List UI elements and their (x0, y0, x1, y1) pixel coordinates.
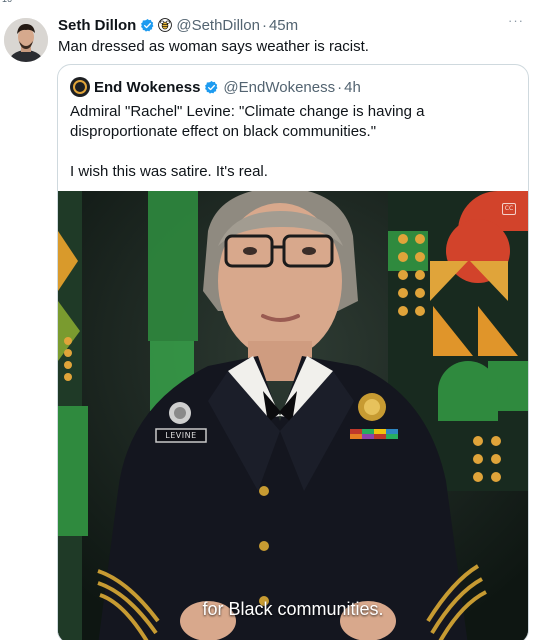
video-frame (58, 191, 528, 640)
quoted-tweet-text: Admiral "Rachel" Levine: "Climate change… (70, 102, 510, 182)
video-caption: for Black communities. (202, 599, 384, 619)
quoted-text-second: I wish this was satire. It's real. (70, 163, 268, 180)
name-tag: LEVINE (165, 431, 197, 440)
quoted-avatar[interactable] (70, 77, 90, 97)
babylon-bee-affiliate-icon[interactable] (158, 18, 173, 32)
quoted-text-line: disproportionate effect on black communi… (70, 123, 377, 140)
more-options-icon[interactable]: ··· (508, 13, 524, 28)
top-tick-label: 16 (2, 0, 12, 4)
avatar[interactable] (4, 18, 48, 62)
tweet-text: Man dressed as woman says weather is rac… (58, 38, 369, 55)
tweet-header: Seth Dillon @SethDillon · 45m (58, 15, 298, 35)
tweet-timestamp[interactable]: 45m (269, 17, 298, 34)
closed-captions-icon[interactable]: CC (502, 203, 516, 215)
top-menu-dots[interactable]: ••• (258, 0, 272, 3)
tweet[interactable]: Seth Dillon @SethDillon · 45m ··· Man dr… (0, 6, 534, 640)
quoted-author-handle[interactable]: @EndWokeness (223, 79, 335, 96)
quoted-tweet[interactable]: End Wokeness @EndWokeness · 4h Admiral "… (57, 64, 529, 640)
verified-badge-icon (141, 18, 154, 32)
author-handle[interactable]: @SethDillon (176, 17, 260, 34)
separator-dot: · (261, 16, 267, 34)
quoted-timestamp[interactable]: 4h (344, 79, 361, 96)
quoted-verified-badge-icon (205, 80, 218, 94)
quoted-tweet-header: End Wokeness @EndWokeness · 4h (70, 77, 361, 97)
avatar-image (4, 18, 48, 62)
quoted-author-name[interactable]: End Wokeness (94, 79, 200, 96)
author-name[interactable]: Seth Dillon (58, 17, 136, 34)
quoted-text-line: Admiral "Rachel" Levine: "Climate change… (70, 103, 425, 120)
video-media[interactable]: CC LEVINE for Black communities. (58, 191, 528, 640)
quoted-separator-dot: · (337, 78, 343, 96)
